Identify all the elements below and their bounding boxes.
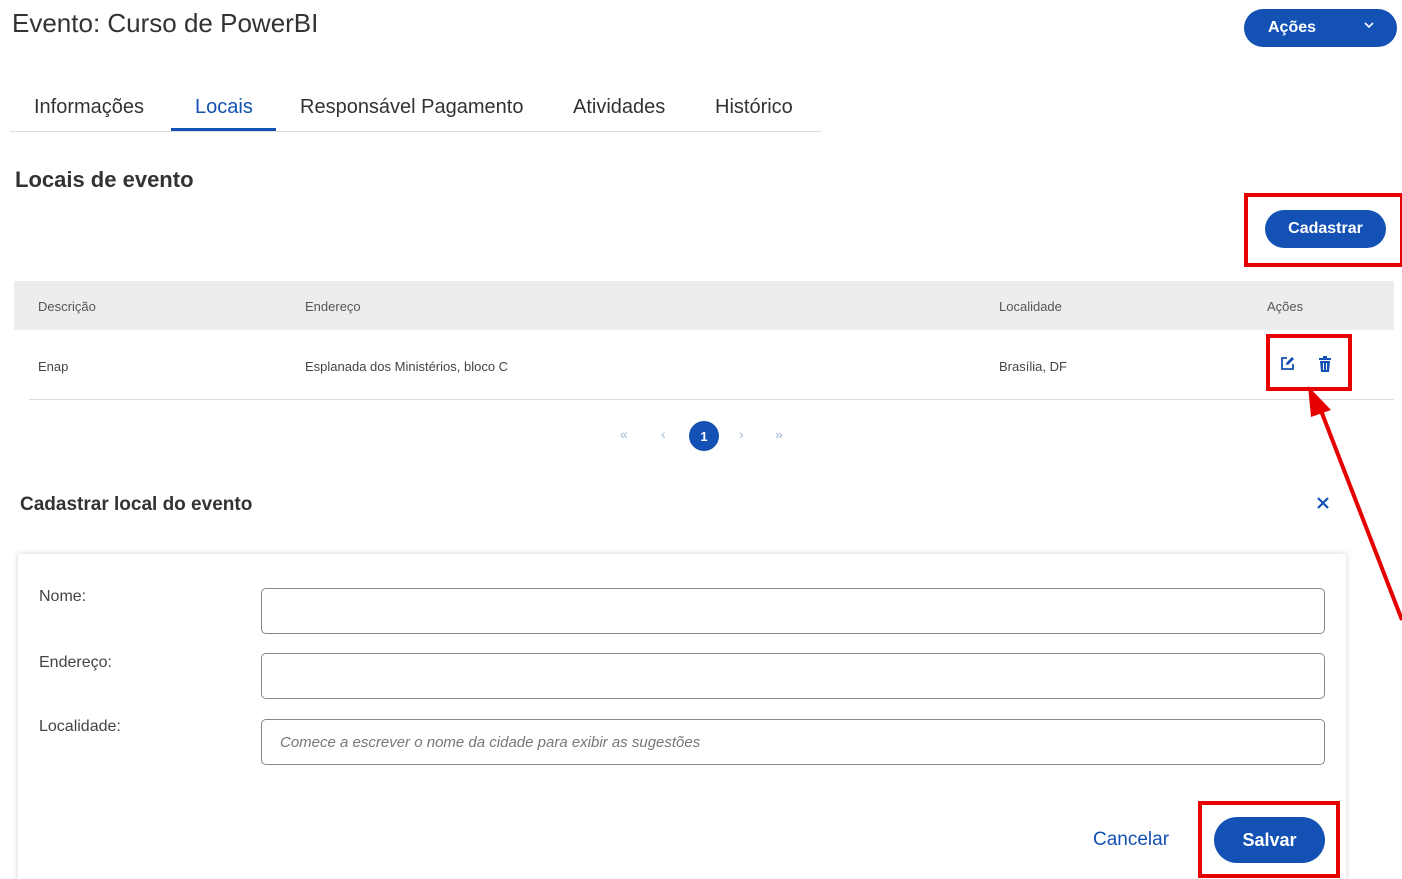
table-header: Descrição Endereço Localidade Ações [14,281,1394,330]
column-header-endereco: Endereço [305,299,361,314]
page-title: Evento: Curso de PowerBI [12,8,319,38]
highlight-box-cadastrar [1244,193,1402,267]
chevron-down-icon [1363,18,1375,34]
cell-descricao: Enap [38,359,69,374]
endereco-input[interactable] [261,653,1325,699]
tab-informacoes[interactable]: Informações [34,96,144,119]
pagination-first[interactable]: « [620,426,628,442]
pagination-prev[interactable]: ‹ [661,426,666,442]
column-header-acoes: Ações [1267,299,1304,314]
table-row: Enap Esplanada dos Ministérios, bloco C … [29,331,1394,400]
tab-bar: Informações Locais Responsável Pagamento… [10,86,821,132]
tab-locais[interactable]: Locais [195,96,253,119]
actions-dropdown-button[interactable]: Ações [1244,9,1397,47]
active-tab-indicator [171,128,276,131]
pagination-last[interactable]: » [775,426,783,442]
column-header-localidade: Localidade [999,299,1062,314]
tab-responsavel-pagamento[interactable]: Responsável Pagamento [300,96,523,119]
close-icon[interactable] [1315,491,1331,517]
actions-label: Ações [1268,19,1317,36]
cancel-button[interactable]: Cancelar [1093,829,1169,851]
section-title: Locais de evento [15,167,194,192]
localidade-label: Localidade: [39,718,121,735]
nome-label: Nome: [39,588,87,605]
localidade-input[interactable] [261,719,1325,765]
pagination-next[interactable]: › [739,426,744,442]
tab-atividades[interactable]: Atividades [573,96,665,119]
pagination-current-page[interactable]: 1 [689,421,719,451]
highlight-box-salvar [1198,801,1340,878]
form-title: Cadastrar local do evento [20,494,253,515]
cell-localidade: Brasília, DF [999,359,1067,374]
nome-input[interactable] [261,588,1325,634]
column-header-descricao: Descrição [38,299,96,314]
tab-historico[interactable]: Histórico [715,96,793,119]
endereco-label: Endereço: [39,654,112,671]
highlight-box-row-actions [1266,334,1352,391]
cell-endereco: Esplanada dos Ministérios, bloco C [305,359,509,374]
